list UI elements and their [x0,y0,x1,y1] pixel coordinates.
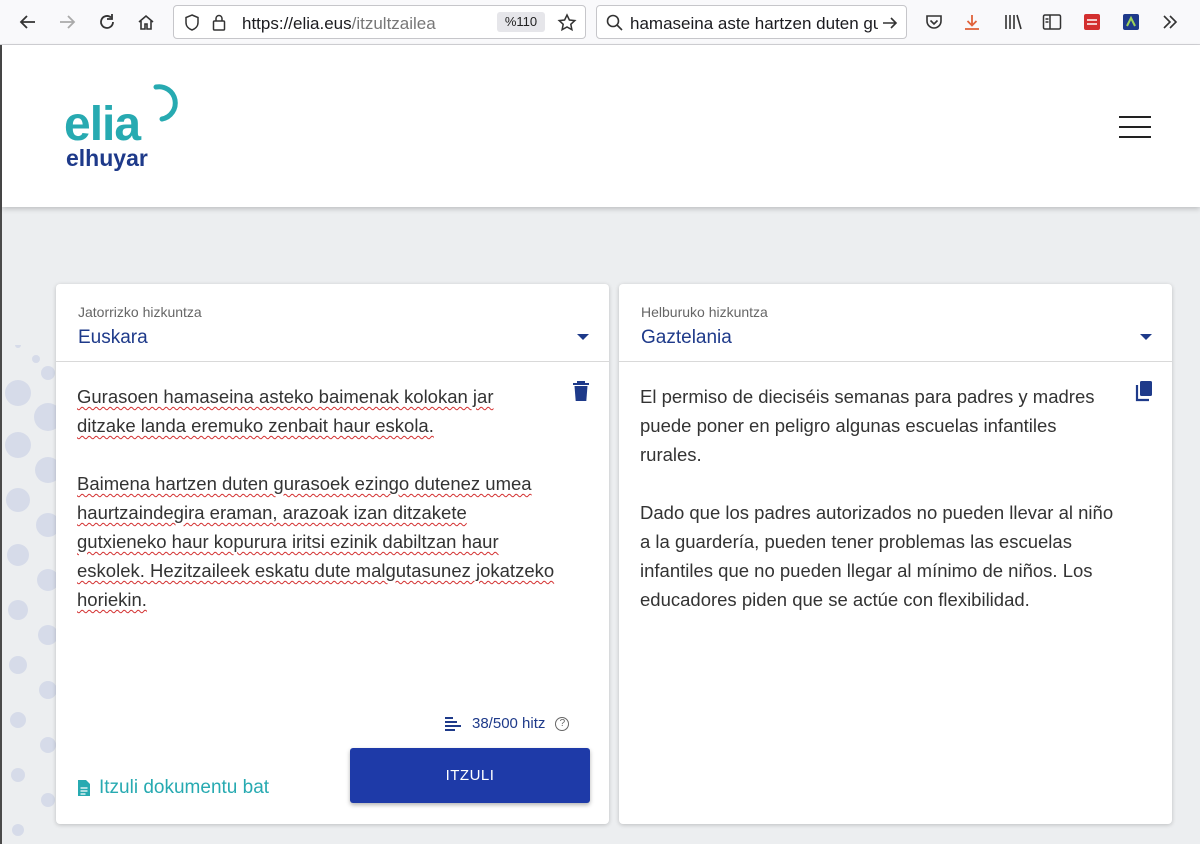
zoom-badge[interactable]: %110 [497,12,545,32]
target-language-value[interactable]: Gaztelania [641,327,732,349]
source-panel: Jatorrizko hizkuntza Euskara Gurasoen ha… [56,284,609,824]
word-count: 38/500 hitz ? [444,715,570,732]
search-icon [606,14,623,31]
home-button[interactable] [132,8,160,36]
lock-icon [212,14,226,31]
target-language-caption: Helburuko hizkuntza [641,304,768,320]
translate-document-label: Itzuli dokumentu bat [99,777,270,798]
source-paragraph: Gurasoen hamaseina asteko baimenak kolok… [77,386,494,436]
browser-toolbar: https://elia.eus/itzultzailea %110 hamas… [0,0,1200,45]
search-bar[interactable]: hamaseina aste hartzen duten gurasoek [596,5,907,39]
text-lines-icon [445,716,461,731]
hamburger-menu-icon[interactable] [1119,116,1151,138]
target-paragraph: El permiso de dieciséis semanas para pad… [640,386,1095,465]
source-language-selector[interactable]: Jatorrizko hizkuntza Euskara [56,284,609,362]
target-language-selector[interactable]: Helburuko hizkuntza Gaztelania [619,284,1172,362]
overflow-chevron-icon[interactable] [1158,10,1182,34]
pocket-icon[interactable] [922,10,946,34]
back-button[interactable] [14,8,42,36]
shield-icon [185,14,199,31]
copy-icon[interactable] [1134,380,1154,402]
download-icon[interactable] [960,10,984,34]
url-text: https://elia.eus/itzultzailea [242,14,436,33]
source-text-input[interactable]: Gurasoen hamaseina asteko baimenak kolok… [77,382,557,643]
help-icon[interactable]: ? [555,716,570,731]
source-language-value[interactable]: Euskara [78,327,148,349]
reload-button[interactable] [93,8,121,36]
translate-button[interactable]: ITZULI [350,748,590,803]
word-count-text: 38/500 hitz [472,715,546,732]
chevron-down-icon[interactable] [577,334,589,340]
logo-name: elia [64,98,141,151]
document-icon [78,780,90,796]
extension-red-icon[interactable] [1080,10,1104,34]
target-panel: Helburuko hizkuntza Gaztelania El permis… [619,284,1172,824]
reload-icon [100,14,114,29]
logo-sub: elhuyar [66,145,148,171]
source-paragraph: Baimena hartzen duten gurasoek ezingo du… [77,473,555,610]
page-viewport: elia elhuyar Jatorrizko hizkuntza Euskar… [0,45,1200,844]
address-bar[interactable]: https://elia.eus/itzultzailea %110 [173,5,586,39]
site-header: elia elhuyar [2,45,1200,207]
go-arrow-icon[interactable] [882,15,898,31]
source-language-caption: Jatorrizko hizkuntza [78,304,202,320]
sidebar-icon[interactable] [1040,10,1064,34]
target-paragraph: Dado que los padres autorizados no puede… [640,502,1114,610]
home-icon [138,14,154,30]
chevron-down-icon[interactable] [1140,334,1152,340]
search-input[interactable]: hamaseina aste hartzen duten gurasoek [630,14,878,34]
library-icon[interactable] [1001,10,1025,34]
forward-button[interactable] [53,8,81,36]
trash-icon[interactable] [571,380,591,402]
forward-arrow-icon [60,15,76,29]
extension-blue-icon[interactable] [1119,10,1143,34]
back-arrow-icon [19,15,35,29]
translate-document-link[interactable]: Itzuli dokumentu bat [77,777,269,799]
translation-output: El permiso de dieciséis semanas para pad… [640,382,1120,643]
logo-arc-icon [153,84,178,122]
bookmark-star-icon[interactable] [557,13,577,33]
